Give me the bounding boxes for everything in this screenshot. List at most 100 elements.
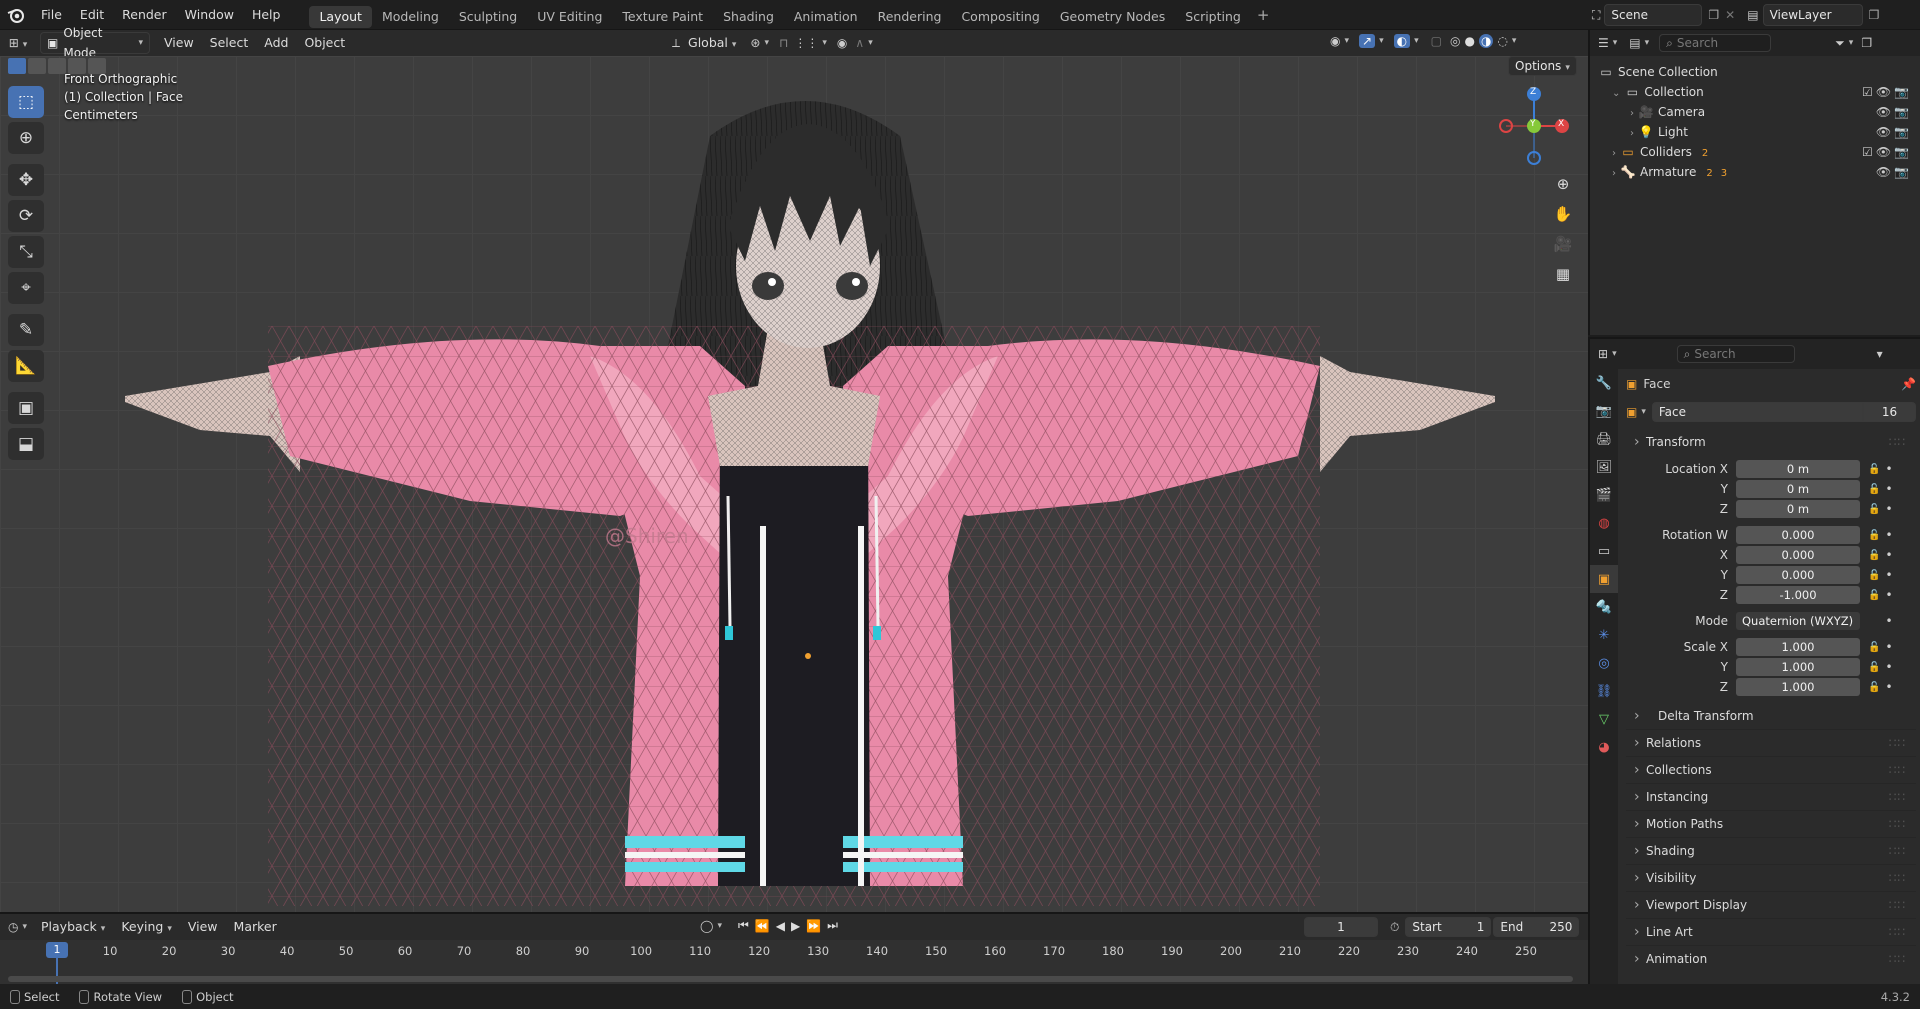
object-data-icon[interactable]: ▣ bbox=[1626, 405, 1637, 419]
object-tab-icon[interactable]: ▣ bbox=[1590, 565, 1618, 593]
panel-shading[interactable]: Shading∷∷ bbox=[1626, 837, 1916, 865]
exclude-checkbox-icon[interactable]: ☑ bbox=[1862, 145, 1876, 159]
lock-icon[interactable]: 🔓 bbox=[1868, 662, 1884, 673]
scale-z-field[interactable]: 1.000 bbox=[1736, 678, 1860, 696]
keyframe-dot-icon[interactable]: • bbox=[1884, 588, 1894, 602]
lock-icon[interactable]: 🔓 bbox=[1868, 530, 1884, 541]
panel-line-art[interactable]: Line Art∷∷ bbox=[1626, 918, 1916, 946]
visibility-toggles[interactable]: ☑👁📷 bbox=[1862, 142, 1912, 162]
lock-icon[interactable]: 🔓 bbox=[1868, 682, 1884, 693]
rotation-z-field[interactable]: -1.000 bbox=[1736, 586, 1860, 604]
add-cube-tool-icon[interactable]: ▣ bbox=[8, 392, 44, 424]
options-dropdown[interactable]: Options ▾ bbox=[1508, 56, 1577, 76]
move-tool-icon[interactable]: ✥ bbox=[8, 164, 44, 196]
data-tab-icon[interactable]: ▽ bbox=[1590, 705, 1618, 733]
zoom-icon[interactable]: ⊕ bbox=[1549, 170, 1577, 198]
lock-icon[interactable]: 🔓 bbox=[1868, 550, 1884, 561]
outliner-editor-icon[interactable]: ☰ bbox=[1598, 36, 1609, 50]
viewport-menu-view[interactable]: View bbox=[156, 32, 202, 54]
timeline-editor-icon[interactable]: ◷ bbox=[8, 920, 18, 934]
view-layer-field[interactable]: ViewLayer bbox=[1762, 4, 1863, 26]
location-x-field[interactable]: 0 m bbox=[1736, 460, 1860, 478]
world-tab-icon[interactable]: ◍ bbox=[1590, 509, 1618, 537]
keyframe-dot-icon[interactable]: • bbox=[1884, 660, 1894, 674]
modifier-tab-icon[interactable]: 🔩 bbox=[1590, 593, 1618, 621]
visibility-toggles[interactable]: 👁📷 bbox=[1876, 162, 1912, 182]
measure-tool-icon[interactable]: 📐 bbox=[8, 350, 44, 382]
panel-animation[interactable]: Animation∷∷ bbox=[1626, 945, 1916, 973]
eye-icon[interactable]: 👁 bbox=[1876, 85, 1894, 99]
rotation-mode-dropdown[interactable]: Quaternion (WXYZ)▾ bbox=[1736, 612, 1860, 646]
material-tab-icon[interactable]: ◕ bbox=[1590, 733, 1618, 761]
eye-icon[interactable]: 👁 bbox=[1876, 105, 1894, 119]
scene-field[interactable]: Scene bbox=[1604, 4, 1703, 26]
panel-relations[interactable]: Relations∷∷ bbox=[1626, 729, 1916, 757]
eye-icon[interactable]: 👁 bbox=[1876, 145, 1894, 159]
annotate-tool-icon[interactable]: ✎ bbox=[8, 314, 44, 346]
pivot-icon[interactable]: ⊛ bbox=[750, 36, 760, 50]
scene-copy-icon[interactable]: ❐ bbox=[1708, 8, 1719, 22]
new-collection-icon[interactable]: ❐ bbox=[1861, 36, 1872, 50]
navigation-gizmo[interactable]: Z X Y bbox=[1494, 86, 1574, 166]
falloff-icon[interactable]: ∧ bbox=[855, 36, 864, 50]
workspace-tab-uv-editing[interactable]: UV Editing bbox=[527, 6, 612, 28]
transform-orientation-dropdown[interactable]: Global ▾ bbox=[684, 32, 740, 54]
material-shading-icon[interactable]: ◑ bbox=[1478, 34, 1494, 48]
preview-range-icon[interactable]: ⏱ bbox=[1390, 920, 1399, 935]
scene-tab-icon[interactable]: 🎬 bbox=[1590, 481, 1618, 509]
panel-instancing[interactable]: Instancing∷∷ bbox=[1626, 783, 1916, 811]
snap-target-icon[interactable]: ⋮⋮ bbox=[794, 36, 818, 50]
physics-tab-icon[interactable]: ◎ bbox=[1590, 649, 1618, 677]
blender-logo-icon[interactable] bbox=[0, 0, 32, 30]
filter-icon[interactable]: ⏷ bbox=[1835, 36, 1845, 51]
grid-view-icon[interactable]: ▦ bbox=[1549, 260, 1577, 288]
visibility-toggles[interactable]: 👁📷 bbox=[1876, 122, 1912, 142]
end-frame-field[interactable]: End 250 bbox=[1493, 917, 1580, 937]
scene-close-icon[interactable]: ✕ bbox=[1725, 8, 1735, 22]
lock-icon[interactable]: 🔓 bbox=[1868, 642, 1884, 653]
disclosure-chevron-icon[interactable]: › bbox=[1630, 108, 1634, 119]
users-count[interactable]: 16 bbox=[1862, 402, 1916, 422]
workspace-tab-compositing[interactable]: Compositing bbox=[951, 6, 1049, 28]
disclosure-chevron-icon[interactable]: › bbox=[1630, 128, 1634, 139]
outliner-item-light[interactable]: › 💡 Light 👁📷 bbox=[1590, 122, 1920, 142]
camera-render-icon[interactable]: 📷 bbox=[1894, 105, 1912, 119]
panel-motion-paths[interactable]: Motion Paths∷∷ bbox=[1626, 810, 1916, 838]
delta-transform-header[interactable]: Delta Transform bbox=[1626, 703, 1916, 729]
3d-viewport[interactable]: @Shiren Front Orthographic (1) Collectio… bbox=[0, 56, 1588, 912]
camera-render-icon[interactable]: 📷 bbox=[1894, 85, 1912, 99]
solid-shading-icon[interactable]: ● bbox=[1464, 34, 1474, 48]
panel-viewport-display[interactable]: Viewport Display∷∷ bbox=[1626, 891, 1916, 919]
camera-view-icon[interactable]: 🎥 bbox=[1549, 230, 1577, 258]
add-workspace-icon[interactable]: + bbox=[1257, 6, 1270, 24]
workspace-tab-texture-paint[interactable]: Texture Paint bbox=[612, 6, 713, 28]
jump-end-icon[interactable]: ⏭ bbox=[827, 918, 838, 933]
eye-icon[interactable]: 👁 bbox=[1876, 125, 1894, 139]
view-layer-copy-icon[interactable]: ❐ bbox=[1869, 8, 1880, 22]
object-name-field[interactable]: Face bbox=[1651, 402, 1863, 422]
properties-editor-icon[interactable]: ⊞ bbox=[1598, 347, 1608, 361]
scale-x-field[interactable]: 1.000 bbox=[1736, 638, 1860, 656]
timeline-track[interactable]: 1102030405060708090100110120130140150160… bbox=[0, 940, 1588, 984]
keyframe-dot-icon[interactable]: • bbox=[1884, 680, 1894, 694]
rotation-x-field[interactable]: 0.000 bbox=[1736, 546, 1860, 564]
scale-y-field[interactable]: 1.000 bbox=[1736, 658, 1860, 676]
camera-render-icon[interactable]: 📷 bbox=[1894, 165, 1912, 179]
lock-icon[interactable]: 🔓 bbox=[1868, 484, 1884, 495]
select-box-tool-icon[interactable]: ⬚ bbox=[8, 86, 44, 118]
transform-tool-icon[interactable]: ⌖ bbox=[8, 272, 44, 304]
view-layer-tab-icon[interactable]: 🖼 bbox=[1590, 453, 1618, 481]
render-tab-icon[interactable]: 📷 bbox=[1590, 397, 1618, 425]
play-icon[interactable]: ▶ bbox=[791, 919, 800, 933]
rotate-tool-icon[interactable]: ⟳ bbox=[8, 200, 44, 232]
keyframe-dot-icon[interactable]: • bbox=[1884, 568, 1894, 582]
rotation-w-field[interactable]: 0.000 bbox=[1736, 526, 1860, 544]
pan-hand-icon[interactable]: ✋ bbox=[1549, 200, 1577, 228]
timeline-menu-marker[interactable]: Marker bbox=[226, 916, 285, 938]
particles-tab-icon[interactable]: ✳ bbox=[1590, 621, 1618, 649]
panel-visibility[interactable]: Visibility∷∷ bbox=[1626, 864, 1916, 892]
outliner-item-camera[interactable]: › 🎥 Camera 👁📷 bbox=[1590, 102, 1920, 122]
keyframe-dot-icon[interactable]: • bbox=[1884, 548, 1894, 562]
panel-collections[interactable]: Collections∷∷ bbox=[1626, 756, 1916, 784]
workspace-tab-scripting[interactable]: Scripting bbox=[1175, 6, 1251, 28]
